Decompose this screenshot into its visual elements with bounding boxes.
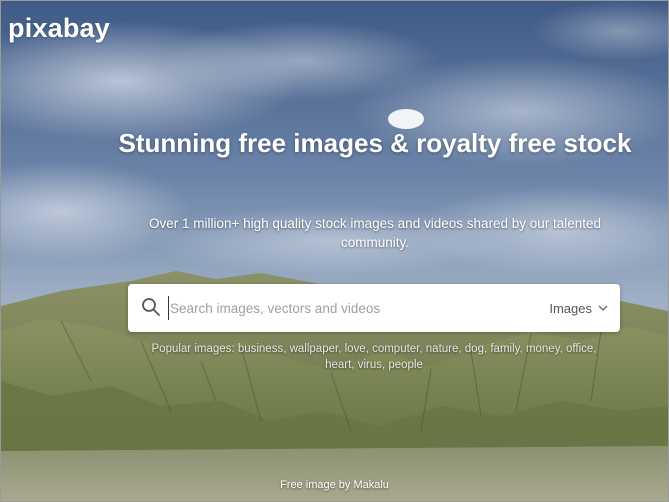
search-input[interactable] [168, 296, 540, 320]
popular-tag-love[interactable]: love [345, 343, 366, 355]
popular-tag-people[interactable]: people [388, 359, 423, 371]
popular-label: Popular images: [151, 343, 235, 355]
credit-author-link[interactable]: Makalu [353, 479, 388, 491]
chevron-down-icon [598, 305, 608, 311]
hero-subline: Over 1 million+ high quality stock image… [148, 216, 602, 250]
popular-tag-heart[interactable]: heart [325, 359, 351, 371]
search-icon[interactable] [141, 297, 161, 317]
popular-tag-nature[interactable]: nature [426, 343, 459, 355]
popular-tag-virus[interactable]: virus [358, 359, 382, 371]
popular-tag-money[interactable]: money [526, 343, 560, 355]
popular-tag-wallpaper[interactable]: wallpaper [290, 343, 339, 355]
search-bar: Images [128, 284, 620, 332]
hero-headline: Stunning free images & royalty free stoc… [118, 128, 632, 158]
media-type-selected: Images [549, 300, 592, 316]
popular-tag-dog[interactable]: dog [465, 343, 484, 355]
popular-tag-office[interactable]: office [566, 343, 593, 355]
pixabay-logo[interactable]: pixabay [8, 13, 110, 43]
popular-tag-family[interactable]: family [490, 343, 519, 355]
credit-prefix: Free image by [280, 479, 351, 491]
page-frame: pixabay Stunning free images & royalty f… [0, 0, 669, 502]
popular-tag-business[interactable]: business [238, 343, 283, 355]
popular-tag-computer[interactable]: computer [372, 343, 419, 355]
popular-searches: Popular images: business, wallpaper, lov… [151, 343, 597, 371]
image-credit: Free image by Makalu [1, 479, 668, 491]
media-type-dropdown[interactable]: Images [549, 298, 608, 318]
